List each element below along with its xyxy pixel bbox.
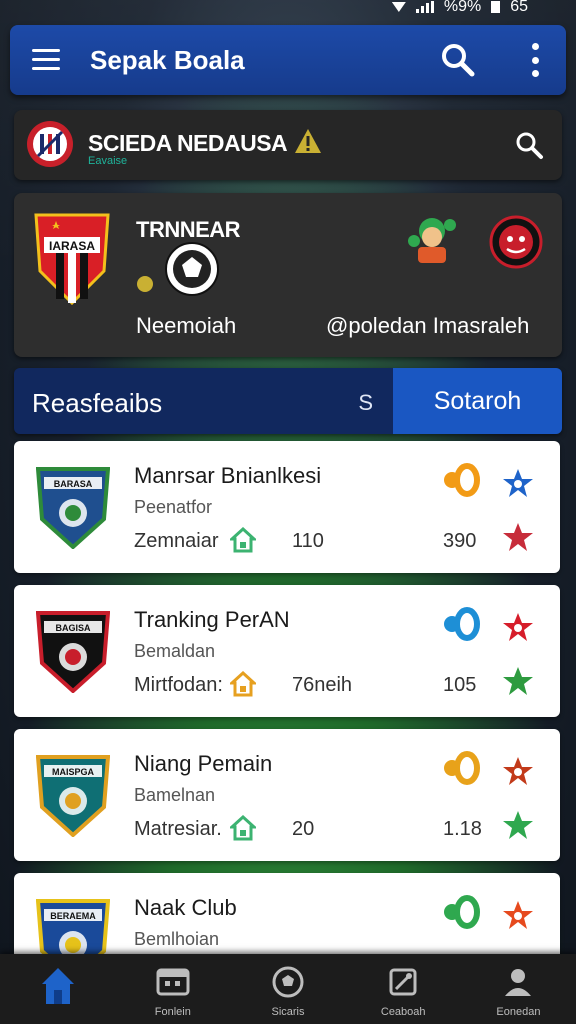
- wifi-icon: [391, 2, 406, 12]
- home-crest-text: IARASA: [49, 239, 95, 253]
- away-team-crest-icon: [489, 215, 543, 269]
- club-meta-icon: [230, 527, 256, 553]
- tab-search[interactable]: Sotaroh: [393, 368, 562, 434]
- score-badge-icon: [444, 895, 480, 929]
- club-subtitle: Bemaldan: [134, 641, 216, 661]
- league-search-icon[interactable]: [514, 130, 544, 160]
- status-bar: %9% 65: [391, 0, 528, 15]
- club-badge-icon[interactable]: [502, 809, 534, 841]
- club-stat-primary: 110: [292, 530, 324, 552]
- nav-profile[interactable]: Eonedan: [461, 954, 576, 1024]
- warning-icon: [295, 129, 321, 153]
- trophy-icon: [389, 968, 417, 996]
- favorite-star-icon[interactable]: [502, 611, 534, 643]
- nav-standings[interactable]: Ceaboah: [346, 954, 461, 1024]
- club-crest-text: BERAEMA: [50, 911, 96, 921]
- favorite-star-icon[interactable]: [502, 755, 534, 787]
- score-badge-icon: [444, 463, 480, 497]
- club-stat-secondary: 390: [443, 530, 477, 552]
- nav-scores[interactable]: Sicaris: [230, 954, 345, 1024]
- home-icon: [41, 968, 74, 1004]
- club-title: Tranking PerAN: [134, 607, 290, 632]
- score-badge-icon: [444, 751, 480, 785]
- club-subtitle: Peenatfor: [134, 497, 213, 517]
- signal-icon: [415, 1, 434, 13]
- club-stat-primary: 20: [292, 818, 315, 840]
- favorite-star-icon[interactable]: [502, 467, 534, 499]
- league-name: SCIEDA NEDAUSA: [88, 130, 288, 156]
- ball-icon: [272, 966, 304, 998]
- club-title: Naak Club: [134, 895, 237, 920]
- club-card[interactable]: MAISPGA Niang Pemain Bamelnan Matresiar.…: [14, 729, 560, 861]
- home-team-crest-icon: IARASA: [34, 213, 110, 305]
- bottom-navigation: Fonlein Sicaris Ceaboah Eonedan: [0, 954, 576, 1024]
- club-title: Niang Pemain: [134, 751, 273, 776]
- league-header[interactable]: SCIEDA NEDAUSA Eavaise: [14, 110, 562, 180]
- score-icon: [137, 276, 153, 292]
- battery-percent: %9%: [443, 0, 482, 15]
- club-crest-text: BAGISA: [55, 623, 91, 633]
- nav-profile-label: Eonedan: [496, 1006, 541, 1018]
- nav-standings-label: Ceaboah: [380, 1006, 426, 1018]
- club-crest-icon: MAISPGA: [36, 755, 110, 837]
- tab-bar: Reasfeaibs S Sotaroh: [14, 368, 562, 434]
- tab-results-icon: S: [358, 390, 373, 415]
- score-badge-icon: [444, 607, 480, 641]
- football-icon: [165, 242, 219, 296]
- battery-icon: [491, 1, 501, 13]
- club-badge-icon[interactable]: [502, 665, 534, 697]
- app-bar: Sepak Boala: [10, 25, 566, 95]
- club-crest-text: MAISPGA: [52, 767, 95, 777]
- app-title: Sepak Boala: [90, 44, 245, 75]
- club-stat-secondary: 105: [443, 674, 477, 696]
- calendar-icon: [156, 968, 190, 996]
- club-stat-secondary: 1.18: [443, 818, 482, 840]
- club-meta-label: Matresiar.: [134, 818, 222, 840]
- club-meta-label: Mirtfodan:: [134, 674, 223, 696]
- club-crest-icon: BARASA: [36, 467, 110, 549]
- tab-results-label: Reasfeaibs: [32, 388, 163, 418]
- club-meta-label: Zemnaiar: [134, 530, 219, 552]
- away-team-name: @poledan Imasraleh: [326, 313, 530, 338]
- match-tag: TRNNEAR: [136, 217, 241, 242]
- club-badge-icon[interactable]: [502, 521, 534, 553]
- club-crest-icon: BAGISA: [36, 611, 110, 693]
- club-subtitle: Bemlhoian: [134, 929, 220, 949]
- menu-icon[interactable]: [32, 49, 60, 71]
- club-card[interactable]: BARASA Manrsar Bnianlkesi Peenatfor Zemn…: [14, 441, 560, 573]
- tab-results[interactable]: Reasfeaibs S: [14, 368, 393, 434]
- club-meta-icon: [230, 815, 256, 841]
- clock: 65: [510, 0, 528, 15]
- nav-fixtures[interactable]: Fonlein: [115, 954, 230, 1024]
- club-crest-text: BARASA: [54, 479, 93, 489]
- club-stat-primary: 76neih: [292, 674, 353, 696]
- home-team-name: Neemoiah: [136, 313, 237, 338]
- profile-icon: [505, 969, 532, 996]
- club-title: Manrsar Bnianlkesi: [134, 463, 322, 488]
- nav-scores-label: Sicaris: [271, 1006, 305, 1018]
- search-icon[interactable]: [440, 42, 476, 78]
- more-options-icon[interactable]: [530, 43, 540, 77]
- nav-home[interactable]: [0, 954, 115, 1024]
- club-meta-icon: [230, 671, 256, 697]
- away-mascot-icon: [408, 218, 456, 263]
- club-subtitle: Bamelnan: [134, 785, 216, 805]
- featured-match-card[interactable]: IARASA TRNNEAR Neemoiah @poledan Imasral…: [14, 193, 562, 357]
- favorite-star-icon[interactable]: [502, 899, 534, 931]
- club-card[interactable]: BAGISA Tranking PerAN Bemaldan Mirtfodan…: [14, 585, 560, 717]
- league-crest-icon: [27, 121, 73, 167]
- nav-fixtures-label: Fonlein: [154, 1006, 191, 1018]
- league-subtitle: Eavaise: [88, 155, 128, 167]
